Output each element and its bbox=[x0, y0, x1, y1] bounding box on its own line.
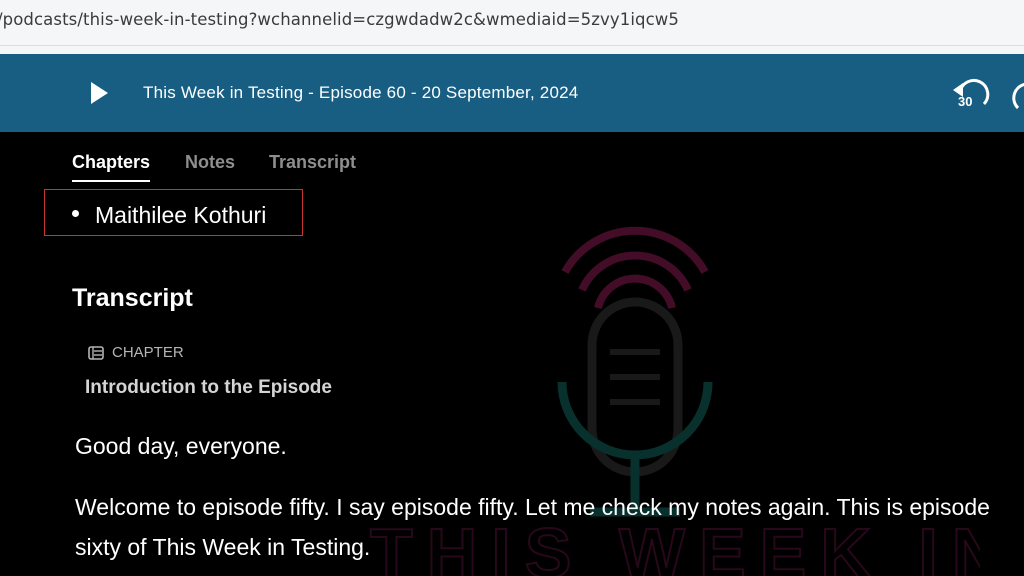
chapter-tag: CHAPTER bbox=[88, 344, 184, 361]
chapter-list-icon bbox=[88, 345, 104, 360]
tab-notes[interactable]: Notes bbox=[185, 152, 235, 180]
play-icon[interactable] bbox=[84, 78, 114, 108]
content-panel: THIS WEEK IN Chapters Notes Transcript M… bbox=[0, 132, 1024, 576]
chapter-title: Introduction to the Episode bbox=[85, 377, 332, 398]
browser-separator bbox=[0, 46, 1024, 54]
tab-transcript[interactable]: Transcript bbox=[269, 152, 356, 180]
bullet-icon bbox=[72, 210, 79, 218]
podcast-player-bar: This Week in Testing - Episode 60 - 20 S… bbox=[0, 54, 1024, 132]
forward-icon[interactable] bbox=[1012, 80, 1024, 110]
url-text[interactable]: /podcasts/this-week-in-testing?wchanneli… bbox=[0, 10, 679, 29]
chapter-list-item[interactable]: Maithilee Kothuri bbox=[72, 202, 266, 229]
transcript-paragraph: Good day, everyone. bbox=[75, 433, 287, 459]
transcript-heading: Transcript bbox=[72, 284, 193, 312]
transcript-line: Welcome to episode fifty. I say episode … bbox=[75, 494, 990, 520]
transcript-paragraph: Welcome to episode fifty. I say episode … bbox=[75, 487, 990, 567]
chapter-label: Maithilee Kothuri bbox=[95, 202, 267, 228]
browser-address-bar[interactable]: /podcasts/this-week-in-testing?wchanneli… bbox=[0, 0, 1024, 46]
episode-title: This Week in Testing - Episode 60 - 20 S… bbox=[143, 83, 579, 102]
tab-chapters[interactable]: Chapters bbox=[72, 152, 151, 182]
rewind-seconds-label: 30 bbox=[958, 94, 973, 109]
transcript-line: sixty of This Week in Testing. bbox=[75, 534, 371, 560]
chapter-tag-label: CHAPTER bbox=[112, 344, 184, 361]
